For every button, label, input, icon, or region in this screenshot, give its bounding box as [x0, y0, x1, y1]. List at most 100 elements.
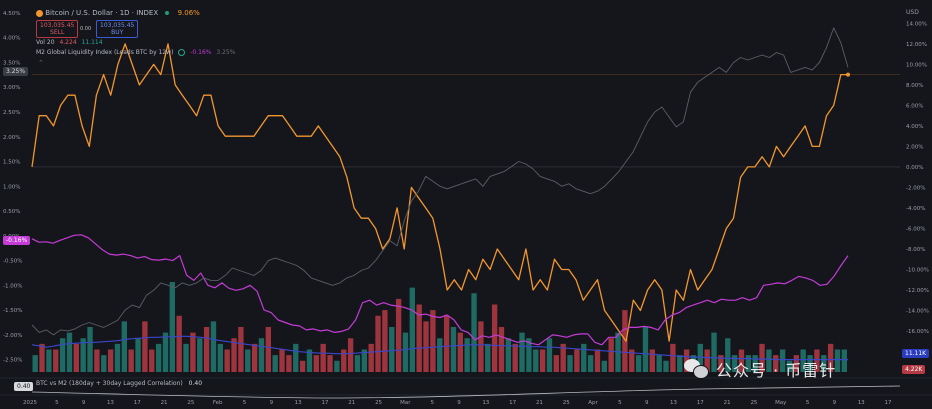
x-tick-label: 13 — [107, 400, 114, 406]
x-tick-label: 9 — [270, 400, 274, 406]
volume-bar — [450, 327, 457, 372]
volume-bar — [320, 343, 326, 372]
right-tick-label: -8.00% — [906, 247, 925, 253]
volume-bar — [293, 343, 299, 372]
volume-bar — [258, 338, 265, 372]
volume-bar — [272, 355, 278, 372]
volume-bar — [334, 360, 340, 372]
right-badge-vol-up: 11.11K — [902, 349, 930, 358]
volume-bar — [478, 321, 484, 372]
right-tick-label: 4.00% — [906, 124, 923, 130]
volume-bar — [101, 355, 107, 372]
btc-last-point — [846, 72, 850, 77]
settings-icon[interactable]: ⌃ — [38, 59, 44, 67]
left-tick-label: -2.00% — [3, 333, 22, 339]
watermark: 公众号 · 币雷针 — [684, 357, 836, 381]
left-tick-label: 2.50% — [3, 110, 20, 116]
volume-bar — [677, 355, 683, 372]
sell-button[interactable]: 103,035.45 SELL — [36, 20, 79, 38]
volume-bar — [649, 349, 655, 372]
volume-bar — [464, 338, 470, 372]
volume-bar — [656, 355, 662, 372]
usd-label[interactable]: USD — [906, 9, 919, 16]
x-tick-label: 5 — [55, 400, 59, 406]
watermark-text: 公众号 · 币雷针 — [716, 361, 837, 380]
volume-bar — [279, 349, 285, 372]
volume-bar — [135, 338, 141, 372]
x-tick-label: 13 — [482, 400, 489, 406]
volume-bar — [567, 355, 573, 372]
m2-indicator-icon — [178, 49, 186, 56]
volume-bar — [670, 343, 676, 372]
volume-bar — [128, 349, 134, 372]
volume-bar — [382, 310, 388, 372]
volume-bar — [327, 355, 333, 372]
x-tick-label: May — [775, 400, 787, 406]
x-tick-label: Apr — [588, 400, 598, 406]
left-tick-label: 3.50% — [3, 60, 20, 66]
x-tick-label: 17 — [509, 400, 516, 406]
x-tick-label: 2025 — [23, 400, 37, 406]
left-tick-label: 3.00% — [3, 85, 20, 91]
live-dot-icon — [165, 11, 170, 15]
x-tick-label: Feb — [213, 400, 223, 406]
left-tick-label: 4.00% — [3, 36, 20, 42]
left-tick-label: 0.50% — [3, 209, 20, 215]
x-tick-label: 25 — [563, 400, 570, 406]
buy-button[interactable]: 103,035.45 BUY — [96, 20, 139, 38]
wechat-icon — [684, 359, 710, 379]
right-tick-label: 14.00% — [906, 21, 927, 27]
volume-bar — [190, 332, 196, 372]
right-tick-label: -10.00% — [906, 267, 929, 273]
x-tick-label: 17 — [134, 400, 141, 406]
volume-bar — [402, 332, 409, 372]
volume-bar — [299, 360, 306, 372]
buy-label: BUY — [111, 29, 124, 36]
x-tick-label: 9 — [645, 400, 649, 406]
x-tick-label: 9 — [457, 400, 461, 406]
volume-red: 4.224 — [59, 39, 77, 46]
volume-bar — [162, 332, 169, 372]
volume-bar — [313, 355, 319, 372]
left-badge-m2: -0.16% — [3, 236, 31, 245]
right-tick-label: -4.00% — [906, 206, 925, 212]
volume-bar — [265, 327, 271, 372]
left-tick-label: -1.00% — [3, 283, 22, 289]
volume-header: Vol 20 4.224 11.114 — [36, 39, 103, 46]
volume-bar — [608, 338, 614, 372]
left-tick-label: 1.00% — [3, 184, 20, 190]
volume-bar — [238, 327, 244, 372]
x-tick-label: 13 — [670, 400, 677, 406]
volume-bar — [73, 343, 79, 372]
corr-label[interactable]: BTC vs M2 (180day + 30day Lagged Correla… — [36, 380, 183, 387]
volume-bar — [553, 355, 559, 372]
x-tick-label: 21 — [724, 400, 731, 406]
volume-bar — [457, 332, 463, 372]
left-badge-top: 3.25% — [3, 67, 29, 76]
volume-bar — [546, 338, 553, 372]
volume-bar — [635, 355, 642, 372]
volume-label[interactable]: Vol 20 — [36, 39, 55, 46]
volume-bar — [32, 355, 38, 372]
m2-label[interactable]: M2 Global Liquidity Index (Leads BTC by … — [36, 49, 173, 56]
right-tick-label: 12.00% — [906, 42, 927, 48]
volume-bar — [485, 343, 491, 372]
volume-bar — [155, 343, 162, 372]
change-pct: 9.06% — [177, 9, 200, 17]
left-tick-label: 1.50% — [3, 160, 20, 166]
m2-header: M2 Global Liquidity Index (Leads BTC by … — [36, 49, 235, 56]
volume-bar — [519, 332, 525, 372]
volume-green: 11.114 — [81, 39, 103, 46]
volume-bar — [203, 327, 210, 372]
x-tick-label: 25 — [187, 400, 194, 406]
volume-bar — [539, 349, 546, 372]
x-tick-label: 13 — [295, 400, 302, 406]
left-tick-label: 2.00% — [3, 135, 20, 141]
symbol-title[interactable]: Bitcoin / U.S. Dollar · 1D · INDEX — [45, 9, 158, 17]
volume-bar — [169, 282, 175, 372]
left-axis: 4.50% 4.00% 3.50% 3.00% 2.50% 2.00% 1.50% 1.00%… — [3, 11, 22, 364]
x-tick-label: 5 — [618, 400, 622, 406]
volume-bar — [574, 349, 580, 372]
volume-bar — [197, 338, 203, 372]
volume-bar — [251, 343, 258, 372]
